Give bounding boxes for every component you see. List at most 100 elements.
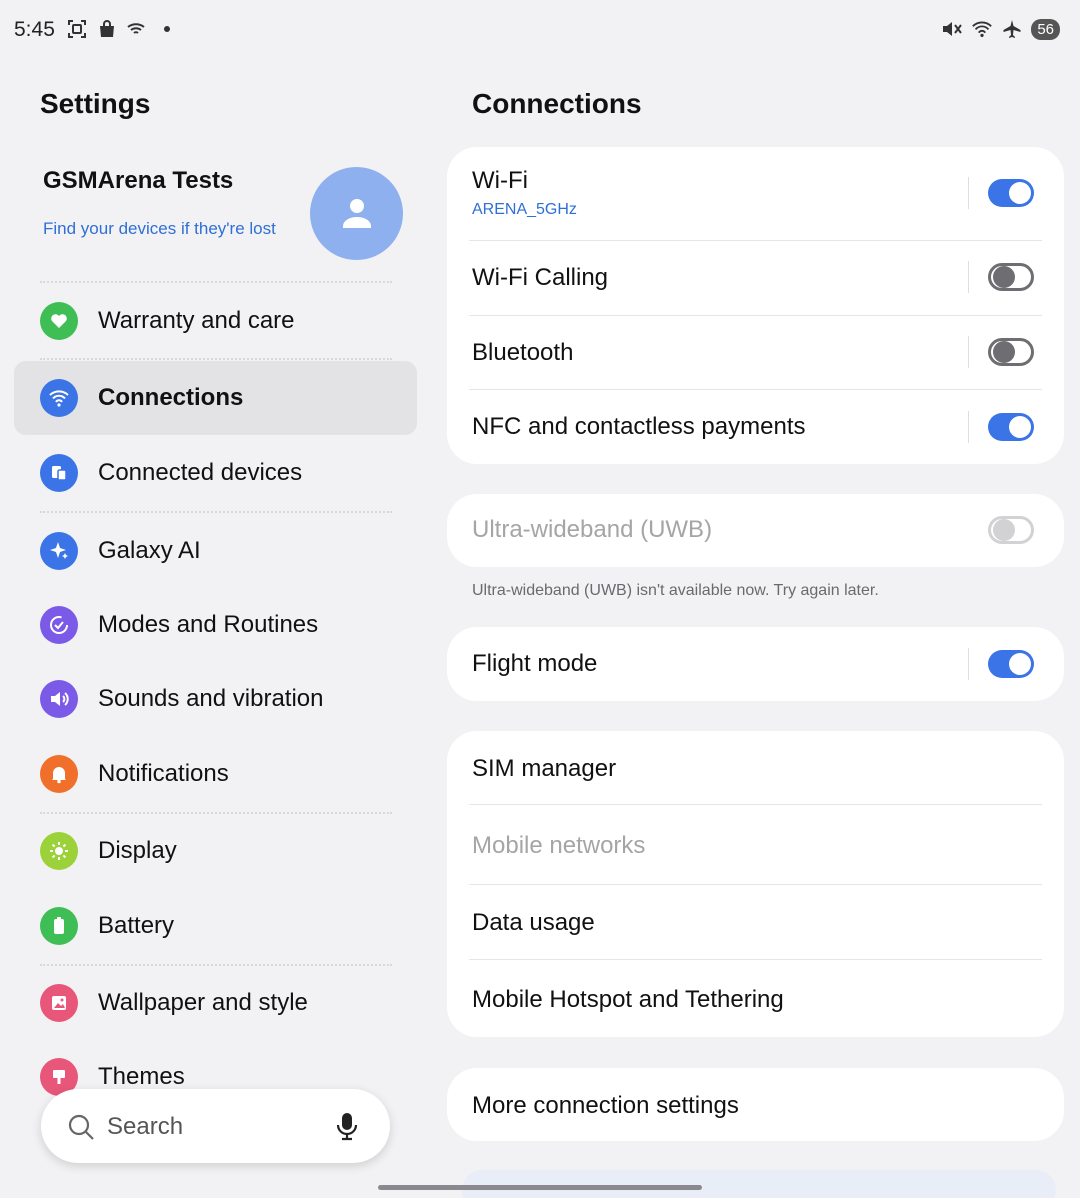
home-indicator[interactable] — [378, 1185, 702, 1190]
shopping-bag-icon — [96, 18, 118, 40]
sidebar-item-label: Warranty and care — [98, 307, 295, 334]
divider — [469, 804, 1042, 805]
wifi-network-name: ARENA_5GHz — [472, 201, 577, 218]
bell-icon — [40, 755, 78, 793]
sidebar-item-connected-devices[interactable]: Connected devices — [14, 436, 417, 510]
airplane-icon — [1001, 18, 1023, 40]
bluetooth-toggle[interactable] — [988, 338, 1034, 366]
divider — [469, 389, 1042, 390]
setting-nfc[interactable]: NFC and contactless payments — [472, 413, 1042, 441]
setting-sim-manager[interactable]: SIM manager — [472, 755, 1042, 783]
setting-data-usage[interactable]: Data usage — [472, 909, 1042, 937]
sidebar-item-label: Connections — [98, 384, 244, 411]
sidebar-item-label: Battery — [98, 912, 175, 939]
image-icon — [40, 984, 78, 1022]
sun-icon — [40, 832, 78, 870]
wifi-icon — [40, 379, 78, 417]
section-title: Connections — [472, 88, 642, 119]
sidebar-item-sounds[interactable]: Sounds and vibration — [14, 662, 417, 736]
network-card: SIM manager Mobile networks Data usage M… — [447, 731, 1064, 1037]
sidebar-item-notifications[interactable]: Notifications — [14, 737, 417, 811]
setting-flight-mode[interactable]: Flight mode — [472, 650, 1042, 678]
sidebar-item-modes-routines[interactable]: Modes and Routines — [14, 588, 417, 662]
divider — [469, 884, 1042, 885]
divider — [469, 240, 1042, 241]
wifi-icon — [971, 18, 993, 40]
wifi-toggle[interactable] — [988, 179, 1034, 207]
search-bar[interactable]: Search — [41, 1089, 390, 1163]
person-icon — [342, 198, 371, 228]
setting-title: More connection settings — [472, 1092, 739, 1119]
profile-name[interactable]: GSMArena Tests — [43, 167, 233, 195]
separator — [968, 336, 969, 368]
screenshot-icon — [66, 18, 88, 40]
profile-subtitle[interactable]: Find your devices if they're lost — [43, 218, 283, 240]
sidebar-item-label: Notifications — [98, 760, 229, 787]
wifi-calling-toggle[interactable] — [988, 263, 1034, 291]
setting-uwb: Ultra-wideband (UWB) — [472, 516, 1042, 544]
setting-title: Ultra-wideband (UWB) — [472, 516, 713, 543]
wifi-calling-icon — [126, 18, 148, 40]
sidebar-item-label: Themes — [98, 1063, 185, 1090]
search-input[interactable]: Search — [107, 1113, 183, 1141]
sidebar-item-wallpaper[interactable]: Wallpaper and style — [14, 966, 417, 1040]
microphone-icon[interactable] — [336, 1111, 358, 1146]
heart-icon — [40, 302, 78, 340]
setting-title: Wi-Fi — [472, 167, 528, 194]
more-card: More connection settings — [447, 1068, 1064, 1141]
nfc-toggle[interactable] — [988, 413, 1034, 441]
sparkle-icon — [40, 532, 78, 570]
sidebar-item-display[interactable]: Display — [14, 814, 417, 888]
sidebar-item-label: Connected devices — [98, 459, 303, 486]
setting-title: Data usage — [472, 909, 595, 936]
setting-title: Bluetooth — [472, 339, 574, 366]
separator — [968, 177, 969, 209]
divider — [469, 315, 1042, 316]
divider — [40, 281, 392, 283]
mute-icon — [941, 18, 963, 40]
sidebar-item-galaxy-ai[interactable]: Galaxy AI — [14, 514, 417, 588]
divider — [469, 959, 1042, 960]
sidebar-item-battery[interactable]: Battery — [14, 889, 417, 963]
sidebar-item-label: Modes and Routines — [98, 611, 319, 638]
avatar[interactable] — [310, 167, 403, 260]
dot-icon — [156, 18, 178, 40]
uwb-toggle — [988, 516, 1034, 544]
setting-title: Mobile networks — [472, 832, 646, 859]
setting-title: SIM manager — [472, 755, 617, 782]
setting-title: Mobile Hotspot and Tethering — [472, 986, 784, 1013]
battery-level: 56 — [1031, 18, 1060, 40]
setting-hotspot[interactable]: Mobile Hotspot and Tethering — [472, 986, 1042, 1014]
uwb-note: Ultra-wideband (UWB) isn't available now… — [472, 582, 879, 599]
status-bar: 5:45 56 — [0, 0, 1080, 60]
sidebar-item-warranty[interactable]: Warranty and care — [14, 284, 417, 358]
sidebar-item-label: Display — [98, 837, 177, 864]
uwb-card: Ultra-wideband (UWB) — [447, 494, 1064, 567]
setting-mobile-networks: Mobile networks — [472, 832, 1042, 860]
setting-bluetooth[interactable]: Bluetooth — [472, 339, 1042, 367]
routines-icon — [40, 606, 78, 644]
separator — [968, 648, 969, 680]
flight-mode-toggle[interactable] — [988, 650, 1034, 678]
separator — [968, 261, 969, 293]
speaker-icon — [40, 680, 78, 718]
devices-icon — [40, 454, 78, 492]
setting-title: NFC and contactless payments — [472, 413, 806, 440]
setting-title: Flight mode — [472, 650, 598, 677]
status-time: 5:45 — [14, 18, 55, 41]
sidebar-item-label: Sounds and vibration — [98, 685, 324, 712]
sidebar-item-label: Wallpaper and style — [98, 989, 308, 1016]
flight-card: Flight mode — [447, 627, 1064, 701]
setting-title: Wi-Fi Calling — [472, 264, 609, 291]
setting-wifi-calling[interactable]: Wi-Fi Calling — [472, 264, 1042, 292]
search-icon — [67, 1113, 95, 1146]
next-card-peek — [462, 1170, 1056, 1198]
divider — [40, 511, 392, 513]
connections-card: Wi-Fi ARENA_5GHz Wi-Fi Calling Bluetooth… — [447, 147, 1064, 464]
battery-icon — [40, 907, 78, 945]
page-title: Settings — [40, 88, 151, 119]
setting-more-connection[interactable]: More connection settings — [472, 1092, 1042, 1120]
sidebar-item-connections[interactable]: Connections — [14, 361, 417, 435]
setting-wifi[interactable]: Wi-Fi ARENA_5GHz — [472, 167, 1042, 219]
separator — [968, 411, 969, 443]
